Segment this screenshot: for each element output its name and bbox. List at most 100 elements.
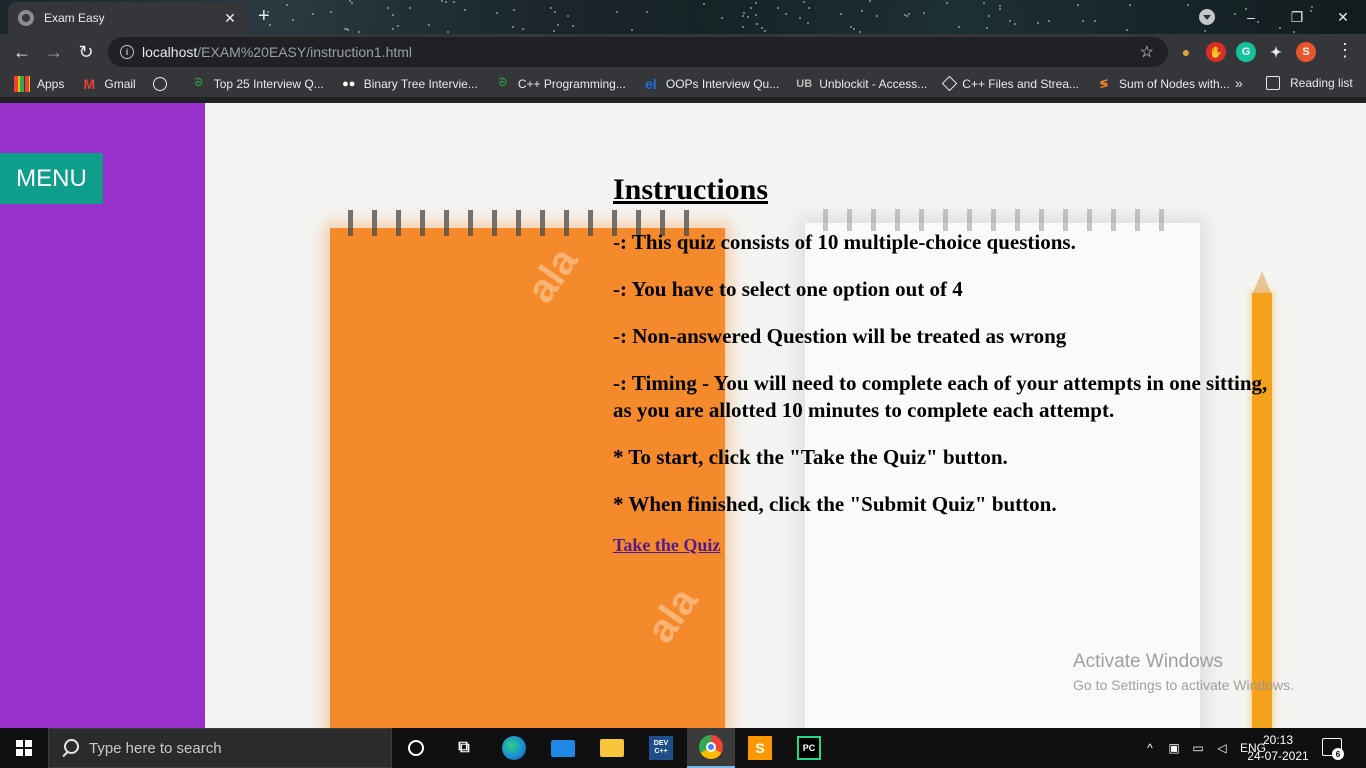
menu-button[interactable]: MENU: [0, 153, 103, 204]
title-bar-star: [958, 26, 960, 28]
profile-avatar[interactable]: S: [1296, 42, 1316, 62]
maximize-button[interactable]: ❐: [1274, 9, 1320, 26]
title-bar-star: [646, 11, 648, 13]
reading-list-button[interactable]: Reading list: [1266, 76, 1353, 90]
window-controls: – ❐ ✕: [1228, 0, 1366, 34]
new-tab-button[interactable]: +: [258, 6, 270, 26]
sublime-button[interactable]: S: [736, 728, 784, 768]
bookmark-label: Top 25 Interview Q...: [213, 76, 324, 91]
stackoverflow-icon: ≶: [1099, 78, 1109, 90]
task-view-button[interactable]: ⧉: [440, 728, 488, 768]
title-bar-star: [1126, 29, 1128, 31]
title-bar-star: [861, 10, 863, 12]
tab-search-icon[interactable]: [1199, 9, 1215, 25]
title-bar-star: [358, 31, 360, 33]
bookmark-cpp-files[interactable]: C++ Files and Strea...: [942, 75, 1080, 92]
bookmark-cpp-programming[interactable]: ᘐ C++ Programming...: [495, 76, 626, 92]
reload-button[interactable]: ↻: [70, 36, 102, 68]
bookmark-oops[interactable]: el OOPs Interview Qu...: [643, 76, 779, 92]
bookmark-label: Binary Tree Intervie...: [363, 76, 478, 91]
volume-icon[interactable]: ◁: [1214, 741, 1230, 755]
url-text[interactable]: localhost/EXAM%20EASY/instruction1.html: [142, 44, 412, 60]
title-bar-star: [513, 9, 515, 11]
battery-icon[interactable]: ▭: [1190, 741, 1206, 755]
cortana-icon: [408, 740, 424, 756]
pycharm-icon: PC: [797, 736, 821, 760]
mail-button[interactable]: [539, 728, 587, 768]
bookmark-label: C++ Files and Strea...: [962, 76, 1080, 91]
title-bar-star: [567, 15, 569, 17]
start-button[interactable]: [0, 728, 48, 768]
title-bar-star: [876, 15, 878, 17]
tab-close-icon[interactable]: ✕: [222, 10, 238, 27]
bookmarks-overflow-button[interactable]: »: [1235, 75, 1243, 91]
edge-button[interactable]: [490, 728, 538, 768]
title-bar-star: [923, 12, 925, 14]
title-bar-star: [616, 11, 618, 13]
pycharm-button[interactable]: PC: [785, 728, 833, 768]
title-bar-star: [550, 7, 552, 9]
title-bar-star: [1014, 23, 1016, 25]
close-window-button[interactable]: ✕: [1320, 9, 1366, 26]
page-viewport: MENU ala ala Instructions -: This quiz c…: [0, 103, 1366, 728]
title-bar-star: [761, 27, 763, 29]
bookmark-top25[interactable]: ᘐ Top 25 Interview Q...: [191, 76, 324, 92]
title-bar-star: [755, 2, 757, 4]
title-bar-star: [496, 12, 498, 14]
title-bar-star: [441, 0, 443, 2]
cortana-button[interactable]: [392, 728, 440, 768]
title-bar-star: [1009, 20, 1011, 22]
title-bar-star: [742, 15, 744, 17]
grammarly-extension-icon[interactable]: G: [1236, 42, 1256, 62]
taskbar-search-box[interactable]: Type here to search: [48, 728, 392, 768]
globe-icon: [152, 76, 167, 91]
browser-tab[interactable]: Exam Easy ✕: [8, 2, 248, 34]
browser-title-bar: Exam Easy ✕ + – ❐ ✕: [0, 0, 1366, 34]
title-bar-star: [764, 30, 766, 32]
forward-button[interactable]: →: [38, 36, 70, 68]
bookmark-globe[interactable]: [152, 76, 174, 91]
minimize-button[interactable]: –: [1228, 9, 1274, 25]
address-bar[interactable]: i localhost/EXAM%20EASY/instruction1.htm…: [108, 37, 1168, 67]
title-bar-star: [777, 7, 779, 9]
adblock-extension-icon[interactable]: ✋: [1206, 42, 1226, 62]
bookmark-gmail[interactable]: M Gmail: [81, 76, 136, 92]
back-button[interactable]: ←: [6, 36, 38, 68]
dev-cpp-button[interactable]: DEV C++: [637, 728, 685, 768]
el-icon: el: [645, 75, 657, 92]
medium-icon: ●●: [342, 77, 356, 90]
taskbar-clock[interactable]: 20:13 24-07-2021: [1246, 732, 1310, 764]
title-bar-star: [392, 14, 394, 16]
bookmark-apps[interactable]: Apps: [14, 75, 64, 92]
bulb-extension-icon[interactable]: ●: [1176, 42, 1196, 62]
title-bar-star: [906, 15, 908, 17]
title-bar-star: [988, 15, 990, 17]
feedback-icon[interactable]: ▣: [1166, 741, 1182, 755]
title-bar-star: [1077, 4, 1079, 6]
take-quiz-link[interactable]: Take the Quiz: [613, 535, 720, 556]
title-bar-star: [512, 26, 514, 28]
bookmark-unblockit[interactable]: UB Unblockit - Access...: [796, 76, 927, 92]
bookmark-sum-of-nodes[interactable]: ≶ Sum of Nodes with...: [1096, 76, 1229, 92]
chevron-up-icon[interactable]: ^: [1142, 741, 1158, 755]
title-bar-star: [1204, 30, 1206, 32]
title-bar-star: [522, 28, 524, 30]
instruction-line: -: This quiz consists of 10 multiple-cho…: [613, 230, 1076, 254]
site-info-icon[interactable]: i: [120, 45, 134, 59]
chrome-menu-icon[interactable]: ⋮: [1336, 40, 1354, 60]
file-explorer-button[interactable]: [588, 728, 636, 768]
bookmark-star-icon[interactable]: ☆: [1140, 42, 1154, 62]
title-bar-star: [840, 13, 842, 15]
title-bar-star: [999, 5, 1001, 7]
chrome-center-icon: [706, 742, 716, 752]
notification-count-badge: 6: [1332, 748, 1344, 760]
bookmarks-bar: Apps M Gmail ᘐ Top 25 Interview Q... ●● …: [0, 70, 1366, 98]
title-bar-star: [807, 22, 809, 24]
puzzle-extensions-icon[interactable]: ✦: [1266, 42, 1286, 62]
bookmark-binary-tree[interactable]: ●● Binary Tree Intervie...: [341, 76, 478, 92]
title-bar-star: [349, 0, 351, 2]
windows-logo-icon: [16, 740, 32, 756]
chrome-button[interactable]: [687, 728, 735, 768]
title-bar-star: [869, 0, 871, 2]
title-bar-star: [743, 12, 745, 14]
